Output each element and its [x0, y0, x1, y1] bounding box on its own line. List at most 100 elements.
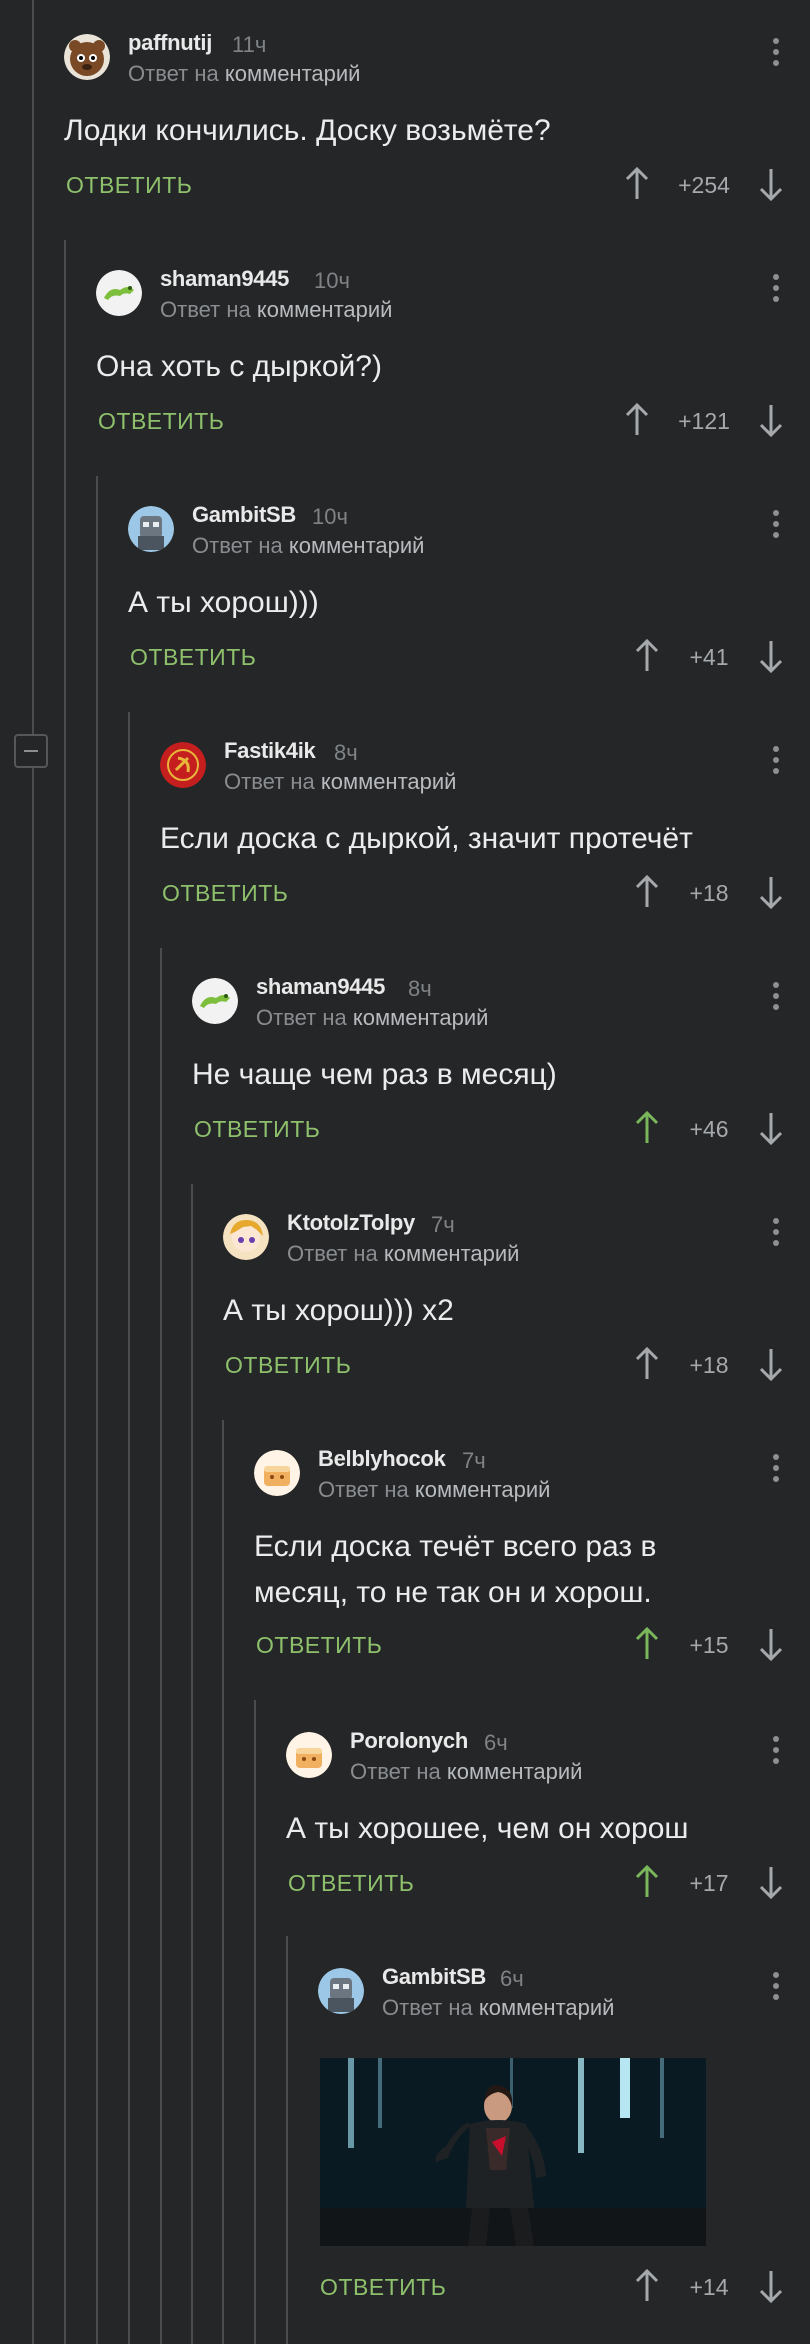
comment-text: Не чаще чем раз в месяц) — [192, 1058, 557, 1091]
avatar[interactable] — [128, 506, 174, 552]
reply-to-info: Ответ на комментарий — [318, 1477, 551, 1502]
comment-image[interactable] — [320, 2058, 706, 2246]
reply-to-link[interactable]: комментарий — [447, 1759, 583, 1784]
reply-to-link[interactable]: комментарий — [415, 1477, 551, 1502]
arrow-up-icon[interactable] — [634, 1346, 660, 1382]
reply-to-info: Ответ на комментарий — [287, 1241, 520, 1266]
reply-to-link[interactable]: комментарий — [353, 1005, 489, 1030]
vote-controls: +121 — [624, 402, 784, 438]
username[interactable]: GambitSB — [192, 502, 296, 528]
score: +41 — [689, 644, 729, 670]
comment-text-line: месяц, то не так он и хорош. — [254, 1576, 652, 1609]
username[interactable]: Porolonych — [350, 1728, 468, 1754]
more-vertical-icon[interactable] — [772, 1454, 780, 1488]
username[interactable]: Belblyhocok — [318, 1446, 446, 1472]
avatar[interactable] — [318, 1968, 364, 2014]
reply-to-info: Ответ на комментарий — [256, 1005, 489, 1030]
arrow-down-icon[interactable] — [758, 402, 784, 438]
comment: paffnutij 11ч Ответ на комментарий Лодки… — [64, 30, 810, 214]
comment-time: 11ч — [232, 32, 267, 57]
more-vertical-icon[interactable] — [772, 982, 780, 1016]
arrow-up-icon[interactable] — [634, 1864, 660, 1900]
comment-text: Если доска с дыркой, значит протечёт — [160, 822, 693, 855]
avatar[interactable] — [64, 34, 110, 80]
avatar[interactable] — [254, 1450, 300, 1496]
arrow-up-icon[interactable] — [634, 638, 660, 674]
avatar[interactable] — [286, 1732, 332, 1778]
more-vertical-icon[interactable] — [772, 38, 780, 72]
score: +15 — [689, 1632, 729, 1658]
reply-button[interactable]: ОТВЕТИТЬ — [162, 880, 288, 907]
arrow-down-icon[interactable] — [758, 1864, 784, 1900]
comment-time: 8ч — [334, 740, 358, 765]
comment: KtotoIzTolpy 7ч Ответ на комментарий А т… — [223, 1210, 810, 1394]
reply-button[interactable]: ОТВЕТИТЬ — [66, 172, 192, 199]
reply-to-link[interactable]: комментарий — [257, 297, 393, 322]
reply-to-info: Ответ на комментарий — [192, 533, 425, 558]
arrow-down-icon[interactable] — [758, 1346, 784, 1382]
arrow-up-icon[interactable] — [624, 166, 650, 202]
thread-line — [254, 1700, 256, 2344]
thread-line — [32, 0, 34, 2344]
arrow-down-icon[interactable] — [758, 1626, 784, 1662]
comment-time: 7ч — [431, 1212, 455, 1237]
comment: shaman9445 8ч Ответ на комментарий Не ча… — [192, 974, 810, 1158]
reply-button[interactable]: ОТВЕТИТЬ — [256, 1632, 382, 1659]
arrow-down-icon[interactable] — [758, 2268, 784, 2304]
reply-button[interactable]: ОТВЕТИТЬ — [194, 1116, 320, 1143]
avatar[interactable] — [160, 742, 206, 788]
thread-line — [96, 476, 98, 2344]
more-vertical-icon[interactable] — [772, 510, 780, 544]
reply-to-link[interactable]: комментарий — [479, 1995, 615, 2020]
score: +46 — [689, 1116, 729, 1142]
thread-line — [160, 948, 162, 2344]
arrow-down-icon[interactable] — [758, 1110, 784, 1146]
arrow-down-icon[interactable] — [758, 166, 784, 202]
username[interactable]: shaman9445 — [160, 266, 289, 292]
comment: GambitSB 6ч Ответ на комментарий ОТВЕТИТ… — [318, 1964, 810, 2328]
comment-time: 10ч — [312, 504, 348, 529]
arrow-up-icon[interactable] — [634, 2268, 660, 2304]
thread-line — [286, 1936, 288, 2344]
arrow-down-icon[interactable] — [758, 874, 784, 910]
reply-to-link[interactable]: комментарий — [225, 61, 361, 86]
arrow-down-icon[interactable] — [758, 638, 784, 674]
score: +17 — [689, 1870, 729, 1896]
avatar[interactable] — [192, 978, 238, 1024]
arrow-up-icon[interactable] — [624, 402, 650, 438]
username[interactable]: paffnutij — [128, 30, 212, 56]
reply-to-info: Ответ на комментарий — [224, 769, 457, 794]
username[interactable]: GambitSB — [382, 1964, 486, 1990]
reply-button[interactable]: ОТВЕТИТЬ — [225, 1352, 351, 1379]
username[interactable]: Fastik4ik — [224, 738, 316, 764]
avatar[interactable] — [96, 270, 142, 316]
more-vertical-icon[interactable] — [772, 1218, 780, 1252]
reply-to-info: Ответ на комментарий — [350, 1759, 583, 1784]
arrow-up-icon[interactable] — [634, 874, 660, 910]
more-vertical-icon[interactable] — [772, 274, 780, 308]
thread-line — [191, 1184, 193, 2344]
arrow-up-icon[interactable] — [634, 1626, 660, 1662]
more-vertical-icon[interactable] — [772, 746, 780, 780]
reply-to-link[interactable]: комментарий — [289, 533, 425, 558]
reply-button[interactable]: ОТВЕТИТЬ — [320, 2274, 446, 2301]
vote-controls: +46 — [634, 1110, 784, 1146]
username[interactable]: KtotoIzTolpy — [287, 1210, 415, 1236]
reply-to-link[interactable]: комментарий — [321, 769, 457, 794]
collapse-minus-icon[interactable] — [14, 734, 48, 768]
reply-to-info: Ответ на комментарий — [382, 1995, 615, 2020]
reply-to-info: Ответ на комментарий — [160, 297, 393, 322]
reply-button[interactable]: ОТВЕТИТЬ — [288, 1870, 414, 1897]
reply-to-link[interactable]: комментарий — [384, 1241, 520, 1266]
reply-button[interactable]: ОТВЕТИТЬ — [98, 408, 224, 435]
arrow-up-icon[interactable] — [634, 1110, 660, 1146]
score: +18 — [689, 880, 729, 906]
username[interactable]: shaman9445 — [256, 974, 385, 1000]
more-vertical-icon[interactable] — [772, 1972, 780, 2006]
reply-button[interactable]: ОТВЕТИТЬ — [130, 644, 256, 671]
thread-line — [128, 712, 130, 2344]
more-vertical-icon[interactable] — [772, 1736, 780, 1770]
comment: GambitSB 10ч Ответ на комментарий А ты х… — [128, 502, 810, 686]
comment-time: 6ч — [500, 1966, 524, 1991]
avatar[interactable] — [223, 1214, 269, 1260]
